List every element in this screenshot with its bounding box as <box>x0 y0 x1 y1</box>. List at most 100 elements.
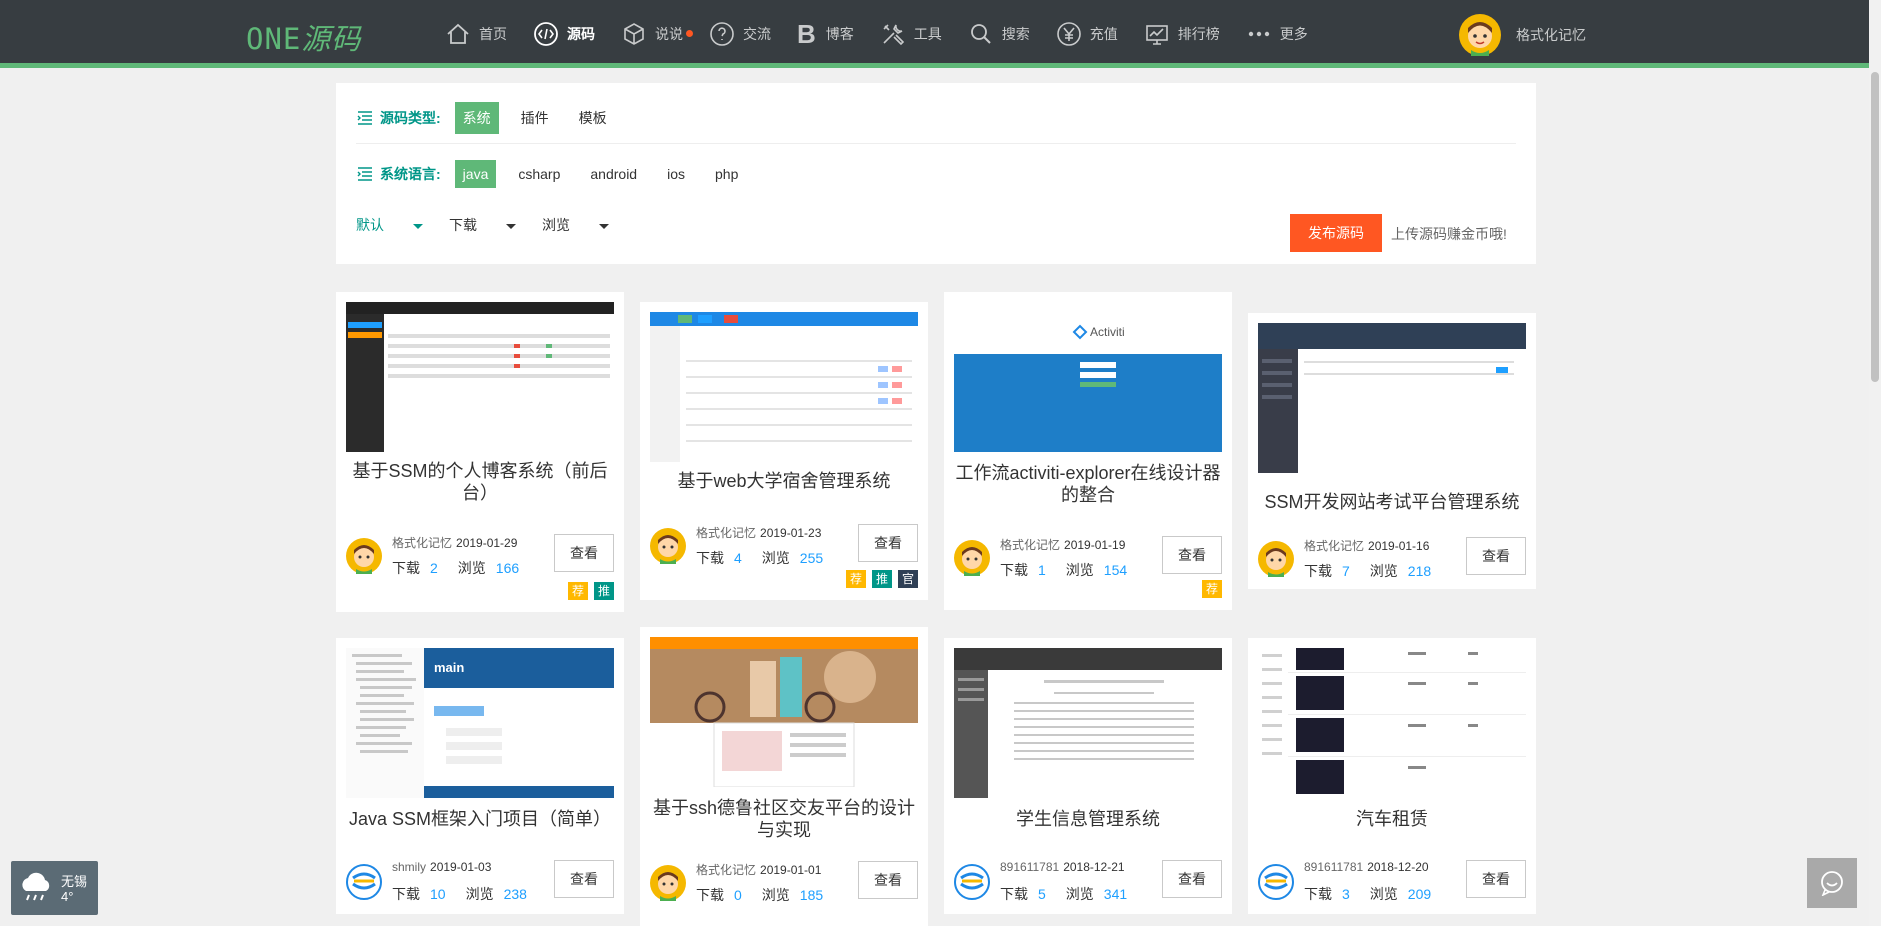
download-label: 下载 <box>392 560 420 576</box>
view-button[interactable]: 查看 <box>858 861 918 899</box>
page-scrollbar[interactable] <box>1869 0 1881 926</box>
tools-icon <box>883 24 904 46</box>
view-label: 浏览 <box>1065 886 1094 902</box>
card-title[interactable]: 工作流activiti-explorer在线设计器的整合 <box>954 462 1222 506</box>
card-title[interactable]: 基于web大学宿舍管理系统 <box>650 470 918 492</box>
push-badge: 推 <box>872 570 892 588</box>
source-card[interactable]: 学生信息管理系统 891611781 2018-12-21 下载 5 浏览 341 查看 <box>944 638 1232 914</box>
card-thumbnail[interactable] <box>650 637 918 787</box>
download-label: 下载 <box>1000 562 1028 578</box>
card-stats: 下载 10 浏览 238 <box>392 884 547 904</box>
dorm-system-thumb <box>650 312 918 462</box>
author-name: 格式化记忆 <box>1304 539 1365 553</box>
sort-views[interactable]: 浏览 <box>542 215 609 235</box>
view-button[interactable]: 查看 <box>858 524 918 562</box>
official-badge: 官 <box>898 570 918 588</box>
view-button[interactable]: 查看 <box>1162 536 1222 574</box>
lang-option-java[interactable]: java <box>454 160 497 188</box>
card-stats: 下载 4 浏览 255 <box>696 548 843 568</box>
nav-recharge[interactable]: 充值 <box>1056 21 1118 47</box>
sort-default[interactable]: 默认 <box>356 215 423 235</box>
source-card[interactable]: 基于SSM的个人博客系统（前后台） 格式化记忆 2019-01-29 下载 2 浏览 1… <box>336 292 624 612</box>
view-button[interactable]: 查看 <box>554 534 614 572</box>
card-stats: 下载 2 浏览 166 <box>392 558 539 578</box>
nav-forum-label: 交流 <box>743 26 771 42</box>
nav-forum[interactable]: 交流 <box>709 21 771 47</box>
author-avatar <box>954 540 990 576</box>
card-meta: 891611781 2018-12-20 下载 3 浏览 209 查看 <box>1258 860 1526 910</box>
chat-button[interactable] <box>1807 858 1857 908</box>
card-meta: 格式化记忆 2019-01-19 下载 1 浏览 154 查看 <box>954 536 1222 586</box>
source-card[interactable]: SSM开发网站考试平台管理系统 格式化记忆 2019-01-16 下载 7 浏览 218… <box>1248 313 1536 589</box>
card-stats: 下载 0 浏览 185 <box>696 885 843 905</box>
author-name: 格式化记忆 <box>392 536 453 550</box>
post-date: 2019-01-29 <box>456 536 518 550</box>
site-logo[interactable]: ONE源码 <box>246 16 361 58</box>
download-count: 10 <box>430 886 446 902</box>
card-meta: 891611781 2018-12-21 下载 5 浏览 341 查看 <box>954 860 1222 910</box>
card-thumbnail[interactable] <box>346 302 614 452</box>
home-icon <box>447 23 469 44</box>
nav-ranking[interactable]: 排行榜 <box>1144 21 1220 47</box>
lang-option-android[interactable]: android <box>582 160 645 188</box>
download-count: 5 <box>1038 886 1046 902</box>
author-name: 891611781 <box>1304 860 1364 874</box>
author-name: 891611781 <box>1000 860 1060 874</box>
list-icon <box>357 111 372 125</box>
card-author: 格式化记忆 2019-01-01 <box>696 861 821 878</box>
sort-options: 默认 下载 浏览 <box>356 215 635 235</box>
nav-home[interactable]: 首页 <box>445 21 507 47</box>
nav-tools[interactable]: 工具 <box>880 21 942 47</box>
card-title[interactable]: 学生信息管理系统 <box>954 808 1222 830</box>
view-label: 浏览 <box>761 887 790 903</box>
source-card[interactable]: main Java SSM框架入门项目（简单） shmily 2019-01-03… <box>336 638 624 914</box>
nav-code-label: 源码 <box>567 26 595 42</box>
weather-widget[interactable]: 无锡 4° <box>11 861 98 915</box>
nav-more[interactable]: 更多 <box>1246 21 1308 47</box>
view-label: 浏览 <box>1369 886 1398 902</box>
nav-code[interactable]: 源码 <box>533 21 595 47</box>
sort-downloads-label: 下载 <box>449 217 477 233</box>
nav-search[interactable]: 搜索 <box>968 21 1030 47</box>
card-title[interactable]: 汽车租赁 <box>1258 808 1526 830</box>
lang-option-csharp[interactable]: csharp <box>510 160 568 188</box>
rain-cloud-icon <box>22 872 50 901</box>
type-option-template[interactable]: 模板 <box>571 102 615 134</box>
card-thumbnail[interactable] <box>650 312 918 462</box>
card-thumbnail[interactable] <box>1258 648 1526 798</box>
card-title[interactable]: 基于ssh德鲁社区交友平台的设计与实现 <box>650 797 918 841</box>
view-button[interactable]: 查看 <box>1466 860 1526 898</box>
lang-option-ios[interactable]: ios <box>659 160 693 188</box>
card-title[interactable]: 基于SSM的个人博客系统（前后台） <box>346 460 614 504</box>
sort-downloads[interactable]: 下载 <box>449 215 516 235</box>
card-badges: 荐 <box>1202 580 1222 598</box>
post-date: 2018-12-20 <box>1367 860 1429 874</box>
nav-shuoshuo[interactable]: 说说 <box>621 21 693 47</box>
nav-blog[interactable]: B 博客 <box>797 21 854 47</box>
card-thumbnail[interactable]: Activiti <box>954 302 1222 452</box>
lang-option-php[interactable]: php <box>707 160 746 188</box>
type-option-system[interactable]: 系统 <box>454 102 499 134</box>
nav-recharge-label: 充值 <box>1089 26 1118 42</box>
card-title[interactable]: SSM开发网站考试平台管理系统 <box>1258 491 1526 513</box>
card-title[interactable]: Java SSM框架入门项目（简单） <box>346 808 614 830</box>
source-card[interactable]: Activiti 工作流activiti-explorer在线设计器的整合 格式… <box>944 292 1232 610</box>
card-thumbnail[interactable]: main <box>346 648 614 798</box>
view-button[interactable]: 查看 <box>1466 537 1526 575</box>
source-card[interactable]: 汽车租赁 891611781 2018-12-20 下载 3 浏览 209 查看 <box>1248 638 1536 914</box>
student-system-thumb <box>954 648 1222 798</box>
type-option-plugin[interactable]: 插件 <box>513 102 557 134</box>
main-heading-text: main <box>434 660 464 675</box>
download-label: 下载 <box>1304 886 1332 902</box>
default-avatar <box>954 864 990 900</box>
rank-board-icon <box>1145 25 1168 45</box>
card-thumbnail[interactable] <box>1258 323 1526 473</box>
view-button[interactable]: 查看 <box>554 860 614 898</box>
user-menu[interactable]: 格式化记忆 <box>1459 14 1586 56</box>
source-card[interactable]: 基于ssh德鲁社区交友平台的设计与实现 格式化记忆 2019-01-01 下载 0 浏… <box>640 627 928 926</box>
publish-source-button[interactable]: 发布源码 <box>1290 214 1382 252</box>
scrollbar-thumb[interactable] <box>1871 72 1879 382</box>
card-thumbnail[interactable] <box>954 648 1222 798</box>
view-button[interactable]: 查看 <box>1162 860 1222 898</box>
source-card[interactable]: 基于web大学宿舍管理系统 格式化记忆 2019-01-23 下载 4 浏览 255 查… <box>640 302 928 600</box>
